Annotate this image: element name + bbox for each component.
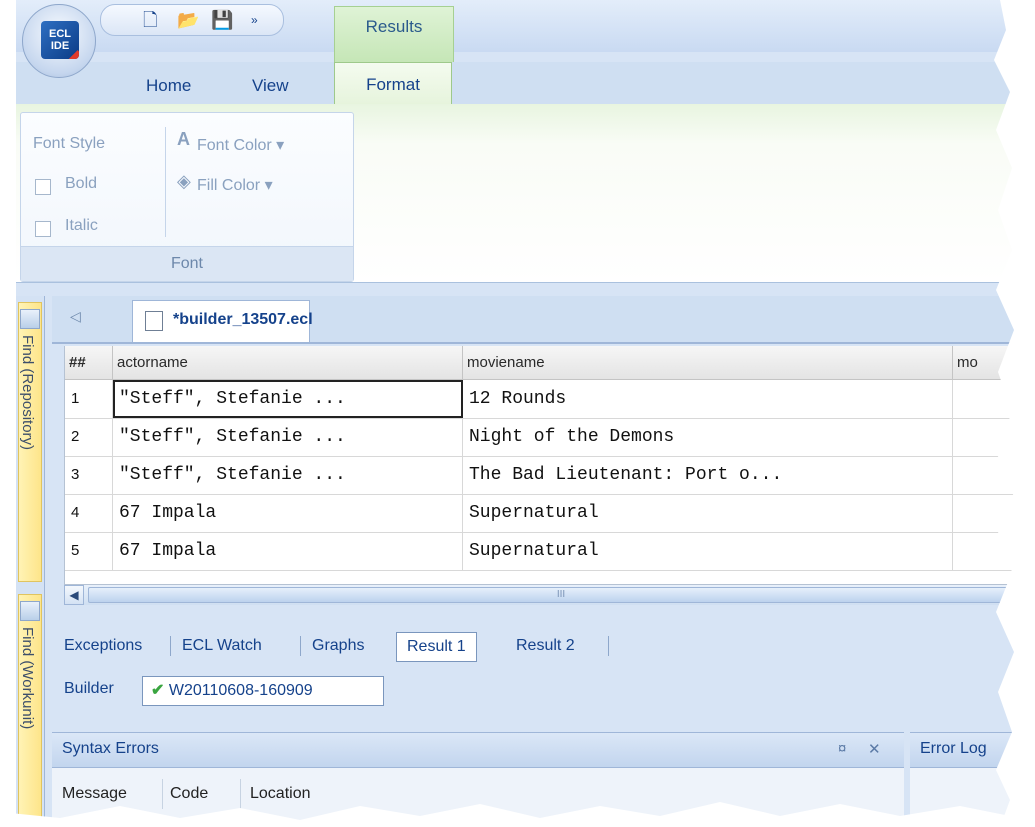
- scroll-left-icon[interactable]: ◀: [64, 585, 84, 605]
- table-row[interactable]: 2 "Steff", Stefanie ... Night of the Dem…: [65, 418, 1035, 457]
- pin-icon[interactable]: ¤: [838, 740, 846, 757]
- group-separator: [165, 127, 166, 237]
- extra-cell[interactable]: [953, 532, 1035, 570]
- font-color-icon: A: [177, 129, 190, 149]
- table-row[interactable]: 5 67 Impala Supernatural: [65, 532, 1035, 571]
- results-context-label: Results: [365, 17, 423, 36]
- fill-color-label: Fill Color: [197, 177, 261, 194]
- font-style-label: Font Style: [33, 135, 106, 152]
- document-area: ◁ *builder_13507.ecl ## actorname movien…: [52, 296, 1035, 827]
- syntax-errors-header: Syntax Errors ¤ ✕: [52, 733, 904, 768]
- builder-label: Builder: [64, 680, 114, 697]
- font-color-label: Font Color: [197, 137, 272, 154]
- fill-color-button[interactable]: Fill Color ▾: [197, 175, 273, 195]
- font-group: Font Style Bold Italic A Font Color ▾ ◈ …: [20, 112, 354, 282]
- title-bar: 🗋 📂 💾 » Results: [16, 0, 1035, 63]
- moviename-cell[interactable]: Supernatural: [463, 494, 953, 532]
- scroll-tabs-left-icon[interactable]: ◁: [70, 308, 81, 325]
- left-dock-strip: Find (Repository) Find (Workunit): [16, 296, 45, 827]
- tab-graphs[interactable]: Graphs: [312, 632, 364, 660]
- column-header-moviename[interactable]: moviename: [463, 346, 953, 380]
- error-log-header: Error Log: [910, 733, 1035, 768]
- syntax-errors-panel: Syntax Errors ¤ ✕ Message Code Location: [52, 732, 904, 827]
- tab-home[interactable]: Home: [146, 76, 191, 96]
- results-grid[interactable]: ## actorname moviename mo 1 "Steff", Ste…: [64, 346, 1035, 584]
- quick-access-toolbar: 🗋 📂 💾 »: [100, 4, 284, 36]
- column-header-actorname[interactable]: actorname: [113, 346, 463, 380]
- tab-divider: [608, 636, 609, 656]
- new-file-icon[interactable]: 🗋: [143, 9, 157, 31]
- moviename-cell[interactable]: Supernatural: [463, 532, 953, 570]
- open-folder-icon[interactable]: 📂: [177, 9, 199, 31]
- font-color-button[interactable]: Font Color ▾: [197, 135, 284, 155]
- document-tab-title: *builder_13507.ecl: [173, 311, 313, 328]
- application-menu-button[interactable]: ECL IDE: [22, 4, 96, 78]
- moviename-cell[interactable]: Night of the Demons: [463, 418, 953, 456]
- bold-label: Bold: [65, 175, 98, 192]
- fill-color-icon: ◈: [177, 171, 191, 191]
- tab-format[interactable]: Format: [334, 62, 452, 105]
- row-number: 1: [65, 380, 113, 418]
- moviename-cell[interactable]: The Bad Lieutenant: Port o...: [463, 456, 953, 494]
- row-number: 4: [65, 494, 113, 532]
- scroll-thumb[interactable]: III: [88, 587, 1034, 603]
- column-header-rownum[interactable]: ##: [65, 346, 113, 380]
- document-tab-bar: ◁ *builder_13507.ecl: [52, 296, 1035, 344]
- checkmark-icon: ✔: [151, 682, 165, 699]
- error-log-panel: Error Log: [910, 732, 1035, 827]
- row-number: 3: [65, 456, 113, 494]
- column-header-message[interactable]: Message: [54, 779, 163, 809]
- italic-label: Italic: [65, 217, 98, 234]
- ribbon-tab-row: Home View: [16, 62, 1035, 105]
- tab-result-1[interactable]: Result 1: [396, 632, 477, 662]
- ecl-file-icon: [145, 311, 163, 331]
- workunit-link[interactable]: ✔ W20110608-160909: [142, 676, 384, 706]
- extra-cell[interactable]: [953, 380, 1035, 418]
- actorname-cell[interactable]: 67 Impala: [113, 532, 463, 570]
- tab-view[interactable]: View: [252, 76, 289, 96]
- horizontal-scrollbar[interactable]: ◀ III: [64, 584, 1035, 605]
- actorname-cell[interactable]: 67 Impala: [113, 494, 463, 532]
- italic-checkbox[interactable]: [35, 221, 51, 237]
- tab-exceptions[interactable]: Exceptions: [64, 632, 142, 660]
- ecl-ide-window: 🗋 📂 💾 » Results ECL IDE Home View Format…: [16, 0, 1035, 827]
- ribbon-body: Font Style Bold Italic A Font Color ▾ ◈ …: [16, 104, 1035, 283]
- save-icon[interactable]: 💾: [211, 9, 233, 31]
- actorname-cell[interactable]: "Steff", Stefanie ...: [113, 456, 463, 494]
- ecl-ide-logo-icon: ECL IDE: [41, 21, 79, 59]
- row-number: 2: [65, 418, 113, 456]
- column-header-code[interactable]: Code: [162, 779, 241, 809]
- extra-cell[interactable]: [953, 494, 1035, 532]
- table-row[interactable]: 1 "Steff", Stefanie ... 12 Rounds: [65, 380, 1035, 419]
- document-tab[interactable]: *builder_13507.ecl: [132, 300, 313, 342]
- syntax-errors-title: Syntax Errors: [62, 740, 159, 757]
- table-row[interactable]: 4 67 Impala Supernatural: [65, 494, 1035, 533]
- tab-divider: [170, 636, 171, 656]
- bold-checkbox[interactable]: [35, 179, 51, 195]
- extra-cell[interactable]: [953, 456, 1035, 494]
- column-header-location[interactable]: Location: [242, 779, 350, 809]
- actorname-cell[interactable]: "Steff", Stefanie ...: [113, 380, 463, 418]
- font-group-label: Font: [21, 246, 353, 281]
- tab-result-2[interactable]: Result 2: [516, 632, 575, 660]
- moviename-cell[interactable]: 12 Rounds: [463, 380, 953, 418]
- tab-divider: [300, 636, 301, 656]
- extra-cell[interactable]: [953, 418, 1035, 456]
- error-log-title: Error Log: [920, 740, 987, 757]
- workunit-id: W20110608-160909: [168, 682, 313, 699]
- tab-ecl-watch[interactable]: ECL Watch: [182, 632, 262, 660]
- table-row[interactable]: 3 "Steff", Stefanie ... The Bad Lieutena…: [65, 456, 1035, 495]
- results-context-tab: Results: [334, 6, 454, 63]
- find-workunit-tab[interactable]: Find (Workunit): [18, 594, 42, 827]
- close-icon[interactable]: ✕: [868, 740, 881, 758]
- find-repository-label: Find (Repository): [19, 335, 36, 451]
- actorname-cell[interactable]: "Steff", Stefanie ...: [113, 418, 463, 456]
- more-icon[interactable]: »: [251, 9, 258, 31]
- find-repository-tab[interactable]: Find (Repository): [18, 302, 42, 582]
- row-number: 5: [65, 532, 113, 570]
- find-workunit-label: Find (Workunit): [19, 627, 36, 730]
- column-header-more[interactable]: mo: [953, 346, 1035, 380]
